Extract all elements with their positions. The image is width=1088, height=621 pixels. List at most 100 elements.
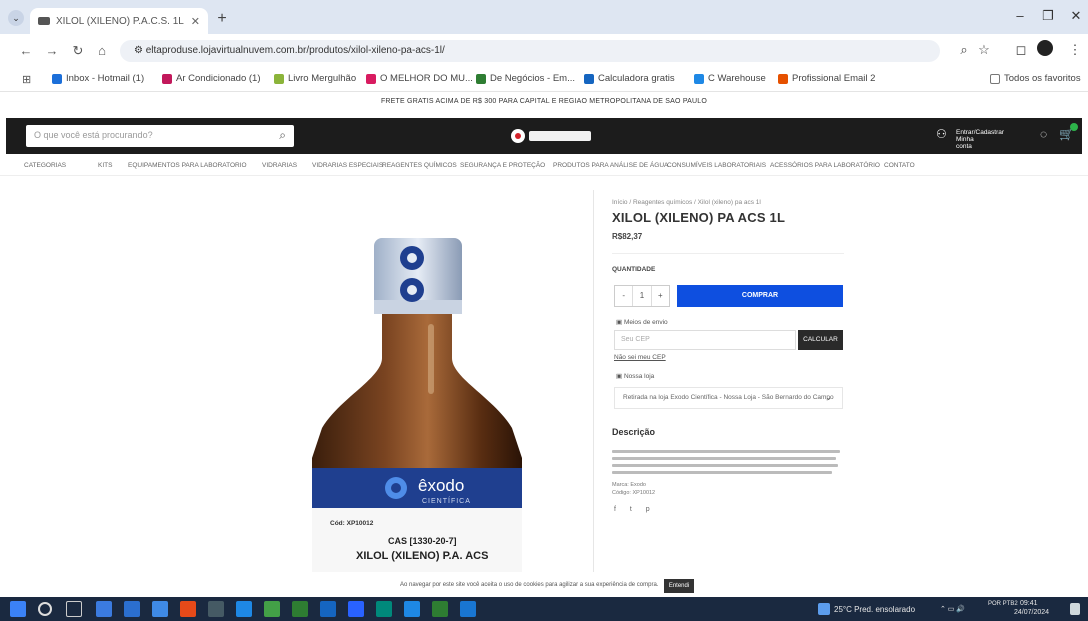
notifications-icon[interactable] (1070, 603, 1080, 615)
nav-item-kits[interactable]: Kits (98, 162, 112, 169)
tab-list-button[interactable]: ⌄ (8, 10, 24, 26)
tab-close-icon[interactable]: ✕ (191, 15, 200, 28)
qty-value[interactable]: 1 (633, 286, 652, 306)
profile-avatar[interactable] (1037, 40, 1053, 56)
nav-item-vidrarias[interactable]: Vidrarias (262, 162, 297, 169)
unknown-cep-link[interactable]: Não sei meu CEP (614, 354, 666, 361)
weather-text[interactable]: 25°C Pred. ensolarado (834, 605, 915, 614)
app-icon[interactable] (432, 601, 448, 617)
qty-increment-button[interactable]: + (652, 286, 669, 306)
search-icon[interactable]: ⌕ (279, 128, 286, 143)
browser-tab-active[interactable]: XILOL (XILENO) P.A.C.S. 1L ✕ (30, 8, 208, 34)
back-icon[interactable]: ← (18, 43, 34, 58)
site-search-input[interactable]: O que você está procurando? ⌕ (26, 125, 294, 147)
bookmark-star-icon[interactable]: ☆ (975, 42, 993, 58)
nav-item-acessorios[interactable]: Acessórios para laboratório (770, 162, 880, 169)
app-icon[interactable] (376, 601, 392, 617)
product-image[interactable]: êxodo CIENTÍFICA Cód: XP10012 CAS [1330-… (300, 228, 532, 572)
reload-icon[interactable]: ↻ (70, 43, 86, 59)
logo-mark-icon (511, 129, 525, 143)
store-pickup-select[interactable]: Retirada na loja Exodo Científica - Noss… (614, 387, 843, 409)
bookmark-item[interactable]: Inbox - Hotmail (1) (52, 73, 144, 84)
close-window-icon[interactable]: ✕ (1066, 8, 1086, 24)
clock-time[interactable]: 09:41 (1020, 600, 1038, 607)
apps-grid-icon[interactable]: ⊞ (22, 73, 31, 86)
app-icon[interactable] (124, 601, 140, 617)
brand-meta: Marca: Exodo (612, 482, 646, 488)
site-logo[interactable] (511, 128, 593, 144)
app-icon[interactable] (292, 601, 308, 617)
help-icon[interactable]: ◌ (1040, 127, 1047, 141)
nav-item-agua[interactable]: Produtos para análise de água (553, 162, 668, 169)
bookmark-item[interactable]: Livro Mergulhão (274, 73, 356, 84)
app-icon[interactable] (180, 601, 196, 617)
bookmark-item[interactable]: Profissional Email 2 (778, 73, 875, 84)
extensions-icon[interactable]: ◻ (1012, 42, 1030, 58)
nav-item-contato[interactable]: Contato (884, 162, 915, 169)
task-view-icon[interactable] (66, 601, 82, 617)
quantity-stepper[interactable]: - 1 + (614, 285, 670, 307)
app-icon[interactable] (236, 601, 252, 617)
breadcrumb[interactable]: Início / Reagentes químicos / Xilol (xil… (612, 199, 761, 206)
nav-item-consumiveis[interactable]: Consumíveis laboratoriais (667, 162, 766, 169)
shipping-label-text: Meios de envio (623, 319, 668, 326)
add-to-cart-button[interactable]: COMPRAR (677, 285, 843, 307)
bookmarks-bar: ⊞ Inbox - Hotmail (1) Ar Condicionado (1… (0, 68, 1088, 92)
language-indicator[interactable]: POR PTB2 (988, 600, 1018, 608)
bookmark-favicon-icon (52, 73, 62, 84)
description-text-line (612, 471, 832, 474)
account-icon[interactable]: ⚇ (936, 127, 947, 141)
bookmark-favicon-icon (476, 73, 486, 84)
search-placeholder: O que você está procurando? (34, 130, 153, 140)
description-text-line (612, 450, 840, 453)
sku-meta: Código: XP10012 (612, 490, 656, 496)
calculate-shipping-button[interactable]: CALCULAR (798, 330, 843, 350)
url-text: eltaproduse.lojavirtualnuvem.com.br/prod… (145, 45, 445, 56)
quantity-label: QUANTIDADE (612, 266, 656, 273)
weather-icon[interactable] (818, 603, 830, 615)
account-link[interactable]: Entrar/Cadastrar Minha conta (956, 129, 1004, 150)
nav-item-seguranca[interactable]: Segurança e proteção (460, 162, 545, 169)
bookmark-item[interactable]: Calculadora gratis (584, 73, 675, 84)
share-icons[interactable]: f t p (614, 506, 656, 513)
bookmark-item[interactable]: Ar Condicionado (1) (162, 73, 261, 84)
app-icon[interactable] (460, 601, 476, 617)
minimize-icon[interactable]: – (1010, 8, 1030, 23)
nav-item-reagentes[interactable]: Reagentes químicos (382, 162, 457, 169)
cep-input[interactable]: Seu CEP (614, 330, 796, 350)
tray-icons[interactable]: ⌃ ▭ 🔊 (940, 605, 965, 613)
app-icon[interactable] (348, 601, 364, 617)
site-info-icon[interactable]: ⚙ (134, 45, 146, 56)
other-bookmarks-label: Todos os favoritos (1004, 73, 1081, 84)
new-tab-button[interactable]: + (213, 10, 231, 28)
other-bookmarks[interactable]: Todos os favoritos (990, 73, 1081, 84)
nav-item-equipamentos[interactable]: Equipamentos para laboratorio (128, 162, 247, 169)
shipping-label: ▣ Meios de envio (616, 318, 668, 326)
bottle-subbrand: CIENTÍFICA (422, 498, 471, 505)
app-icon[interactable] (96, 601, 112, 617)
chrome-icon[interactable] (264, 601, 280, 617)
cookie-accept-button[interactable]: Entendi (664, 579, 694, 593)
menu-kebab-icon[interactable]: ⋮ (1066, 42, 1084, 58)
home-icon[interactable]: ⌂ (94, 43, 110, 58)
nav-item-vidrarias-especiais[interactable]: Vidrarias especiais (312, 162, 383, 169)
search-icon[interactable] (38, 602, 52, 616)
start-icon[interactable] (10, 601, 26, 617)
restore-icon[interactable]: ❐ (1038, 8, 1058, 24)
app-icon[interactable] (208, 601, 224, 617)
tab-title: XILOL (XILENO) P.A.C.S. 1L (56, 15, 184, 27)
app-icon[interactable] (404, 601, 420, 617)
bottle-name: XILOL (XILENO) P.A. ACS (356, 550, 489, 562)
forward-icon[interactable]: → (44, 43, 60, 58)
bookmark-item[interactable]: C Warehouse (694, 73, 766, 84)
bookmark-item[interactable]: O MELHOR DO MU... (366, 73, 473, 84)
app-icon[interactable] (152, 601, 168, 617)
app-icon[interactable] (320, 601, 336, 617)
zoom-icon[interactable]: ⌕ (955, 42, 973, 58)
bookmark-item[interactable]: De Negócios - Em... (476, 73, 575, 84)
content-divider (593, 190, 594, 572)
clock-date[interactable]: 24/07/2024 (1014, 609, 1049, 616)
nav-item-categorias[interactable]: Categorias (24, 162, 66, 169)
qty-decrement-button[interactable]: - (615, 286, 634, 306)
address-bar[interactable]: ⚙ eltaproduse.lojavirtualnuvem.com.br/pr… (120, 40, 940, 62)
